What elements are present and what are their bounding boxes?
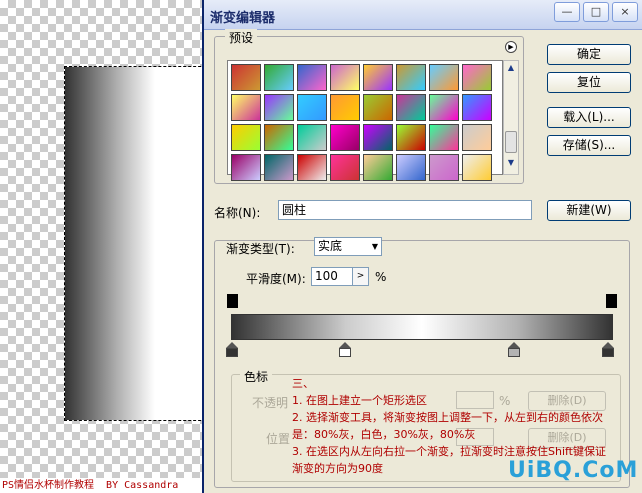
gradient-preset-swatch[interactable] xyxy=(396,94,426,121)
gradient-selection-rect xyxy=(64,66,216,421)
note-line: 是：80%灰，白色，30%灰，80%灰 xyxy=(292,428,476,441)
maximize-button[interactable]: □ xyxy=(583,2,609,22)
color-dim-label: 位置 xyxy=(266,432,291,446)
gradient-preset-swatch[interactable] xyxy=(231,124,261,151)
gradient-preset-swatch[interactable] xyxy=(462,124,492,151)
gradient-preset-swatch[interactable] xyxy=(330,94,360,121)
smoothness-label: 平滑度(M): xyxy=(246,272,306,286)
gradient-preset-swatch[interactable] xyxy=(429,154,459,181)
name-input[interactable]: 圆柱 xyxy=(278,200,532,220)
smoothness-arrow-icon[interactable]: > xyxy=(352,267,369,286)
tutorial-footer: PS情侣水杯制作教程 BY Cassandra xyxy=(0,478,210,493)
gradient-preset-swatch[interactable] xyxy=(363,154,393,181)
gradient-bar[interactable] xyxy=(231,314,613,340)
footer-title: PS情侣水杯制作教程 xyxy=(2,480,95,491)
gradient-preset-swatch[interactable] xyxy=(231,64,261,91)
gradient-preset-swatch[interactable] xyxy=(429,64,459,91)
presets-panel: 预设 ▶ ▲ ▼ xyxy=(214,29,524,184)
gradient-preset-swatch[interactable] xyxy=(231,154,261,181)
color-stops-label: 色标 xyxy=(240,368,273,385)
gradient-preset-swatch[interactable] xyxy=(363,124,393,151)
scroll-thumb[interactable] xyxy=(505,131,517,153)
color-stop[interactable] xyxy=(338,342,351,358)
footer-author: BY Cassandra xyxy=(106,480,179,491)
presets-grid xyxy=(227,60,503,181)
gradient-editor-dialog: 渐变编辑器 — □ × 预设 ▶ ▲ ▼ 确定 复位 载入(L)... 存储(S… xyxy=(202,0,642,493)
gradient-type-select[interactable]: 实底 xyxy=(314,237,382,256)
gradient-preset-swatch[interactable] xyxy=(264,154,294,181)
note-line: 1. 在图上建立一个矩形选区 xyxy=(292,394,427,407)
smoothness-input[interactable]: 100 xyxy=(311,267,353,286)
save-button[interactable]: 存储(S)... xyxy=(547,135,631,156)
title-bar: 渐变编辑器 — □ × xyxy=(204,0,642,30)
load-button[interactable]: 载入(L)... xyxy=(547,107,631,128)
site-watermark: UiBQ.CoM xyxy=(508,458,639,483)
gradient-type-label: 渐变类型(T): xyxy=(226,242,295,256)
gradient-preset-swatch[interactable] xyxy=(330,64,360,91)
gradient-preset-swatch[interactable] xyxy=(396,124,426,151)
close-button[interactable]: × xyxy=(612,2,638,22)
opacity-dim-label: 不透明 xyxy=(252,396,289,410)
note-line: 2. 选择渐变工具，将渐变按图上调整一下，从左到右的颜色依次 xyxy=(292,411,603,424)
gradient-preset-swatch[interactable] xyxy=(330,124,360,151)
gradient-preset-swatch[interactable] xyxy=(297,124,327,151)
ok-button[interactable]: 确定 xyxy=(547,44,631,65)
gradient-preset-swatch[interactable] xyxy=(363,64,393,91)
opacity-stop-right[interactable] xyxy=(606,294,617,308)
opacity-stop-left[interactable] xyxy=(227,294,238,308)
gradient-preset-swatch[interactable] xyxy=(396,64,426,91)
scroll-down-icon[interactable]: ▼ xyxy=(504,158,518,172)
smoothness-unit: % xyxy=(375,270,387,284)
color-stop[interactable] xyxy=(508,342,520,358)
gradient-preset-swatch[interactable] xyxy=(264,64,294,91)
gradient-preset-swatch[interactable] xyxy=(297,64,327,91)
gradient-preset-swatch[interactable] xyxy=(330,154,360,181)
gradient-preset-swatch[interactable] xyxy=(429,124,459,151)
gradient-preset-swatch[interactable] xyxy=(429,94,459,121)
presets-scrollbar[interactable]: ▲ ▼ xyxy=(503,60,519,175)
gradient-preset-swatch[interactable] xyxy=(297,154,327,181)
presets-menu-icon[interactable]: ▶ xyxy=(505,41,517,53)
gradient-preset-swatch[interactable] xyxy=(462,64,492,91)
new-button[interactable]: 新建(W) xyxy=(547,200,631,221)
dialog-title: 渐变编辑器 xyxy=(210,11,276,26)
gradient-preset-swatch[interactable] xyxy=(264,124,294,151)
color-stop[interactable] xyxy=(602,342,614,358)
gradient-preset-swatch[interactable] xyxy=(231,94,261,121)
gradient-preset-swatch[interactable] xyxy=(462,94,492,121)
gradient-preset-swatch[interactable] xyxy=(462,154,492,181)
gradient-preset-swatch[interactable] xyxy=(396,154,426,181)
scroll-up-icon[interactable]: ▲ xyxy=(504,63,518,77)
minimize-button[interactable]: — xyxy=(554,2,580,22)
gradient-preset-swatch[interactable] xyxy=(264,94,294,121)
presets-label: 预设 xyxy=(225,29,258,46)
color-stop[interactable] xyxy=(226,342,238,358)
reset-button[interactable]: 复位 xyxy=(547,72,631,93)
gradient-preset-swatch[interactable] xyxy=(363,94,393,121)
note-heading: 三、 xyxy=(292,377,314,390)
gradient-preset-swatch[interactable] xyxy=(297,94,327,121)
name-label: 名称(N): xyxy=(214,206,261,220)
